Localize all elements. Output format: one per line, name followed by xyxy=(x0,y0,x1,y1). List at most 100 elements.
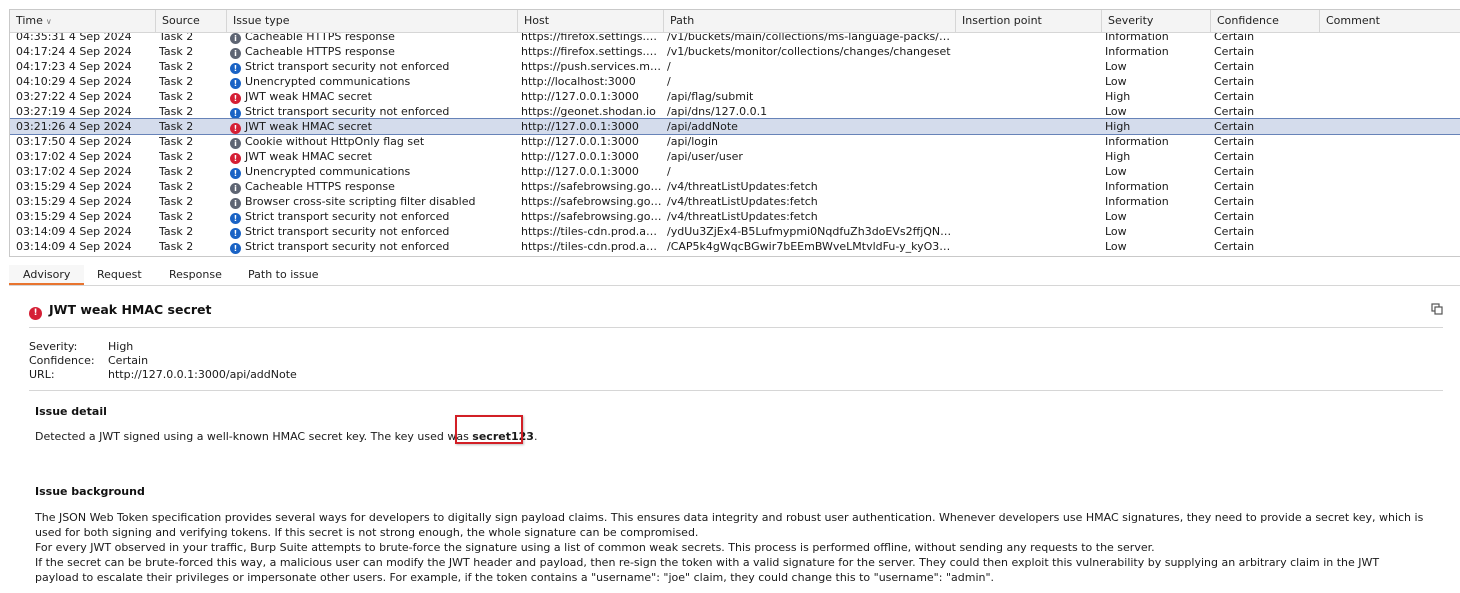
background-paragraph: If the secret can be brute-forced this w… xyxy=(35,556,1380,584)
table-row[interactable]: 03:17:02 4 Sep 2024 Task 2! Unencrypted co… xyxy=(10,164,1460,179)
low-severity-icon: ! xyxy=(230,108,241,119)
column-header-issue[interactable]: Issue type xyxy=(227,10,518,32)
info-severity-icon: i xyxy=(230,183,241,194)
table-row[interactable]: 03:27:19 4 Sep 2024 Task 2! Strict transpo… xyxy=(10,104,1460,119)
issues-table[interactable]: 04:35:31 4 Sep 2024 Task 2 i Cacheable HTTP… xyxy=(9,9,1460,257)
cell-source: Task 2 xyxy=(159,45,194,58)
tab-response[interactable]: Response xyxy=(155,265,236,285)
divider xyxy=(29,390,1443,391)
cell-path: /CAP5k4gWqcBGwir7bEEmBWveLMtvldFu-y_kyO3… xyxy=(667,240,954,253)
cell-host: https://geonet.shodan.io xyxy=(521,105,656,118)
table-row[interactable]: 03:27:22 4 Sep 2024 Task 2! JWT weak HMAC … xyxy=(10,89,1460,104)
copy-icon[interactable] xyxy=(1431,303,1443,315)
cell-host: http://localhost:3000 xyxy=(521,75,636,88)
table-row[interactable]: 03:21:26 4 Sep 2024 Task 2! JWT weak HMAC … xyxy=(10,118,1460,135)
column-header-host[interactable]: Host xyxy=(518,10,664,32)
cell-time: 04:17:23 4 Sep 2024 xyxy=(16,60,132,73)
column-header-time[interactable]: Time ∨ xyxy=(10,10,156,32)
cell-time: 03:14:09 4 Sep 2024 xyxy=(16,240,132,253)
sort-descending-icon[interactable]: ∨ xyxy=(46,17,52,26)
cell-host: https://safebrowsing.goog... xyxy=(521,195,662,208)
column-header-label: Insertion point xyxy=(962,14,1042,27)
high-severity-icon: ! xyxy=(230,93,241,104)
cell-path: /v4/threatListUpdates:fetch xyxy=(667,210,818,223)
table-row[interactable]: 03:15:29 4 Sep 2024 Task 2 i Browser cross-… xyxy=(10,194,1460,209)
cell-severity: Low xyxy=(1105,105,1127,118)
table-row[interactable]: 04:17:23 4 Sep 2024 Task 2! Strict transpo… xyxy=(10,59,1460,74)
cell-host: http://127.0.0.1:3000 xyxy=(521,135,639,148)
table-row[interactable]: 03:15:29 4 Sep 2024 Task 2! Strict transpo… xyxy=(10,209,1460,224)
low-severity-icon: ! xyxy=(230,213,241,224)
table-row[interactable]: 03:15:29 4 Sep 2024 Task 2 i Cacheable HTTP… xyxy=(10,179,1460,194)
cell-host: https://push.services.mozil... xyxy=(521,60,662,73)
cell-issue: ! Strict transport security not enforced xyxy=(230,104,517,119)
low-severity-icon: ! xyxy=(230,243,241,254)
info-severity-icon: i xyxy=(230,33,241,44)
cell-issue: ! Strict transport security not enforced xyxy=(230,224,517,239)
cell-path: /api/addNote xyxy=(667,120,738,133)
column-header-severity[interactable]: Severity xyxy=(1102,10,1211,32)
cell-issue: ! Unencrypted communications xyxy=(230,74,517,89)
cell-source: Task 2 xyxy=(159,180,194,193)
url-label: URL: xyxy=(29,368,55,381)
cell-issue: i Cookie without HttpOnly flag set xyxy=(230,134,517,149)
tab-path-to-issue[interactable]: Path to issue xyxy=(234,265,332,285)
issue-type-text: Strict transport security not enforced xyxy=(245,240,450,253)
cell-source: Task 2 xyxy=(159,240,194,253)
column-header-confidence[interactable]: Confidence xyxy=(1211,10,1320,32)
tab-advisory[interactable]: Advisory xyxy=(9,265,85,285)
cell-severity: Low xyxy=(1105,240,1127,253)
low-severity-icon: ! xyxy=(230,63,241,74)
tab-request[interactable]: Request xyxy=(83,265,156,285)
cell-issue: ! Strict transport security not enforced xyxy=(230,239,517,254)
cell-source: Task 2 xyxy=(159,210,194,223)
cell-time: 04:10:29 4 Sep 2024 xyxy=(16,75,132,88)
cell-source: Task 2 xyxy=(159,135,194,148)
column-header-label: Comment xyxy=(1326,14,1380,27)
cell-issue: ! JWT weak HMAC secret xyxy=(230,119,517,134)
cell-issue: ! Strict transport security not enforced xyxy=(230,59,517,74)
issue-type-text: Unencrypted communications xyxy=(245,165,411,178)
table-row[interactable]: 04:17:24 4 Sep 2024 Task 2 i Cacheable HTTP… xyxy=(10,44,1460,59)
cell-severity: Low xyxy=(1105,60,1127,73)
severity-label: Severity: xyxy=(29,340,78,353)
cell-severity: High xyxy=(1105,90,1131,103)
high-severity-icon: ! xyxy=(230,123,241,134)
column-header-source[interactable]: Source xyxy=(156,10,227,32)
cell-host: http://127.0.0.1:3000 xyxy=(521,150,639,163)
cell-confidence: Certain xyxy=(1214,195,1255,208)
table-row[interactable]: 03:17:50 4 Sep 2024 Task 2 i Cookie without… xyxy=(10,134,1460,149)
info-severity-icon: i xyxy=(230,138,241,149)
issue-type-text: JWT weak HMAC secret xyxy=(245,120,372,133)
cell-host: https://firefox.settings.ser... xyxy=(521,45,662,58)
table-row[interactable]: 03:17:02 4 Sep 2024 Task 2! JWT weak HMAC … xyxy=(10,149,1460,164)
column-header-path[interactable]: Path xyxy=(664,10,956,32)
detail-tabs: Advisory Request Response Path to issue xyxy=(9,265,1460,286)
cell-time: 03:17:50 4 Sep 2024 xyxy=(16,135,132,148)
cell-time: 03:21:26 4 Sep 2024 xyxy=(16,120,132,133)
cell-confidence: Certain xyxy=(1214,60,1255,73)
cell-source: Task 2 xyxy=(159,195,194,208)
issue-type-text: JWT weak HMAC secret xyxy=(245,150,372,163)
table-row[interactable]: 04:10:29 4 Sep 2024 Task 2 ! Unencrypted co… xyxy=(10,74,1460,89)
issue-detail-heading: Issue detail xyxy=(35,405,107,418)
issue-type-text: Cacheable HTTPS response xyxy=(245,180,395,193)
cell-issue: i Browser cross-site scripting filter dis… xyxy=(230,194,517,209)
low-severity-icon: ! xyxy=(230,78,241,89)
issue-background-heading: Issue background xyxy=(35,485,145,498)
cell-source: Task 2 xyxy=(159,120,194,133)
cell-confidence: Certain xyxy=(1214,90,1255,103)
table-row[interactable]: 03:14:09 4 Sep 2024 Task 2! Strict transpo… xyxy=(10,239,1460,254)
cell-source: Task 2 xyxy=(159,75,194,88)
cell-path: /v4/threatListUpdates:fetch xyxy=(667,180,818,193)
column-header-label: Source xyxy=(162,14,200,27)
cell-time: 03:17:02 4 Sep 2024 xyxy=(16,165,132,178)
column-header-comment[interactable]: Comment xyxy=(1320,10,1460,32)
cell-path: /api/user/user xyxy=(667,150,743,163)
table-row[interactable]: 03:14:09 4 Sep 2024 Task 2! Strict transpo… xyxy=(10,224,1460,239)
cell-issue: ! Strict transport security not enforced xyxy=(230,209,517,224)
cell-confidence: Certain xyxy=(1214,150,1255,163)
cell-time: 03:17:02 4 Sep 2024 xyxy=(16,150,132,163)
column-header-insertion[interactable]: Insertion point xyxy=(956,10,1102,32)
cell-confidence: Certain xyxy=(1214,105,1255,118)
